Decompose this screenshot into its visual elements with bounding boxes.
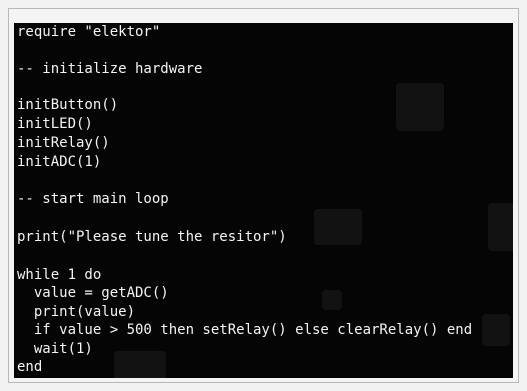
code-line: initRelay() [17,135,110,151]
code-line: wait(1) [17,341,93,357]
code-line: end [17,359,43,375]
terminal-window[interactable]: require "elektor" -- initialize hardware… [14,23,513,378]
code-editor[interactable]: require "elektor" -- initialize hardware… [14,23,513,378]
code-line: print("Please tune the resitor") [17,229,287,245]
code-line: initLED() [17,116,93,132]
code-line: initADC(1) [17,154,102,170]
code-line: if value > 500 then setRelay() else clea… [17,322,473,338]
code-line: value = getADC() [17,285,169,301]
code-line: -- initialize hardware [17,61,203,77]
code-line: while 1 do [17,267,102,283]
code-line: initButton() [17,97,119,113]
code-line: print(value) [17,304,136,320]
code-line: require "elektor" [17,24,161,40]
code-line: -- start main loop [17,191,169,207]
